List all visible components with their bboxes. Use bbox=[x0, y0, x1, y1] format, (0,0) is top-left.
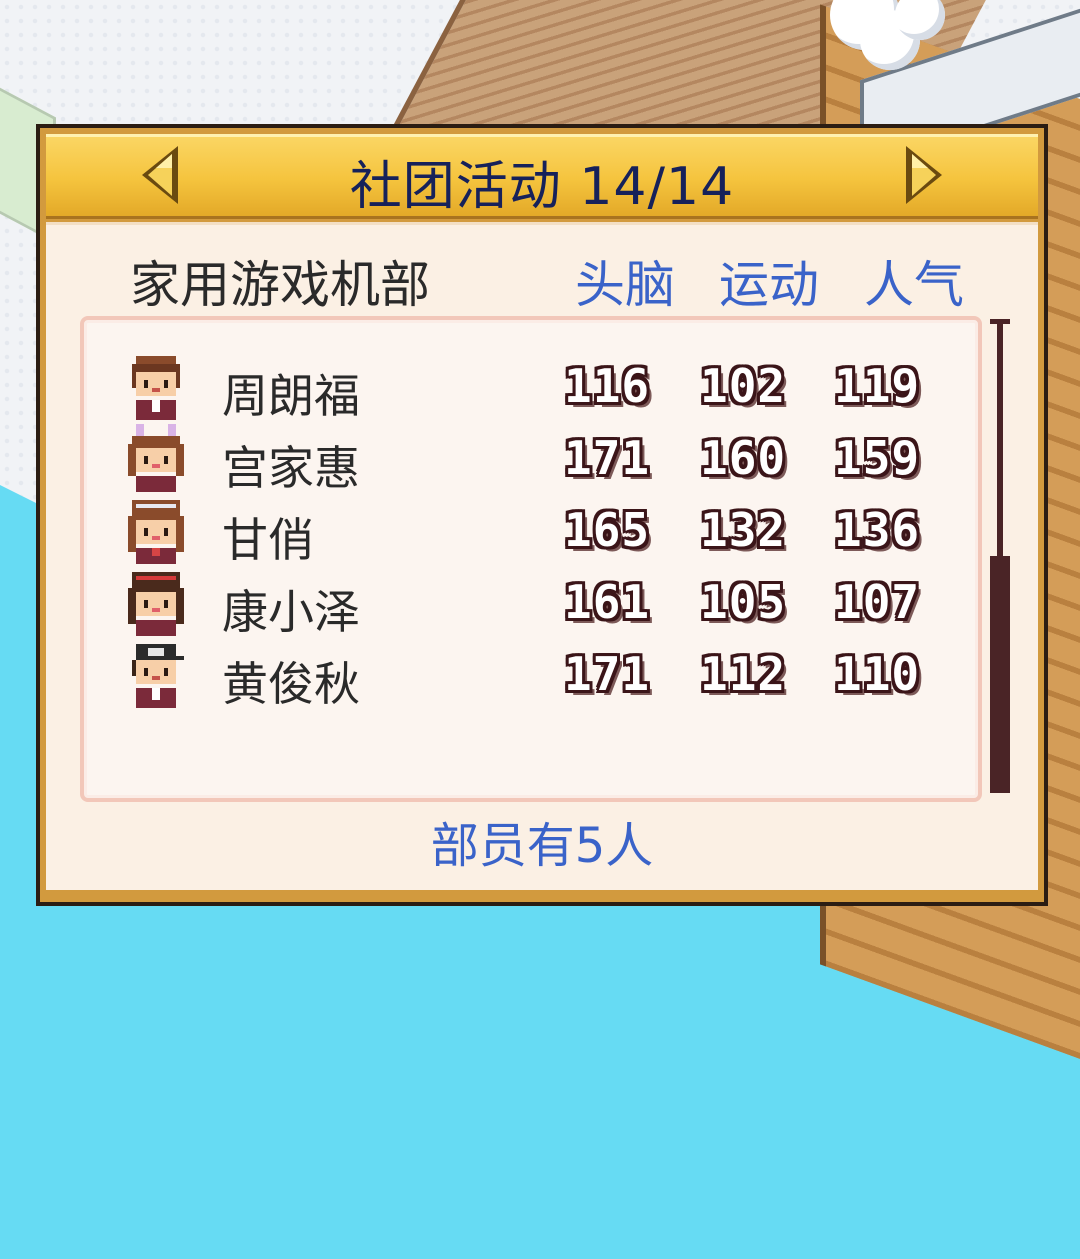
stat-brains: 165 bbox=[564, 503, 651, 557]
club-name: 家用游戏机部 bbox=[130, 256, 430, 314]
right-arrow-icon bbox=[906, 146, 942, 204]
girl-bunny-ears-avatar bbox=[124, 424, 188, 492]
member-row[interactable]: 黄俊秋 171 112 110 bbox=[84, 642, 984, 712]
title-bar: 社团活动 14/14 bbox=[46, 134, 1038, 219]
column-header-brains: 头脑 bbox=[575, 256, 675, 314]
member-row[interactable]: 周朗福 116 102 119 bbox=[84, 354, 984, 424]
column-header-popularity: 人气 bbox=[864, 256, 964, 314]
stat-sports: 102 bbox=[700, 359, 787, 413]
stat-brains: 116 bbox=[564, 359, 651, 413]
scrollbar-cap bbox=[990, 319, 1010, 324]
next-club-button[interactable] bbox=[902, 144, 946, 206]
member-name: 周朗福 bbox=[222, 369, 360, 423]
stat-brains: 171 bbox=[564, 431, 651, 485]
column-header-sports: 运动 bbox=[719, 256, 819, 314]
member-list[interactable]: 周朗福 116 102 119 宫家惠 171 160 159 甘俏 165 1… bbox=[80, 316, 982, 802]
club-activity-dialog: 社团活动 14/14 家用游戏机部 头脑 运动 人气 周朗福 116 102 1… bbox=[36, 124, 1048, 906]
dialog-title: 社团活动 14/14 bbox=[349, 157, 735, 217]
girl-red-band-avatar bbox=[124, 568, 188, 636]
scrollbar[interactable] bbox=[990, 319, 1010, 793]
stat-sports: 160 bbox=[700, 431, 787, 485]
stat-popularity: 110 bbox=[834, 647, 921, 701]
member-name: 黄俊秋 bbox=[222, 657, 360, 711]
girl-headband-avatar bbox=[124, 496, 188, 564]
boy-brown-hair-avatar bbox=[124, 352, 188, 420]
member-row[interactable]: 甘俏 165 132 136 bbox=[84, 498, 984, 568]
dialog-frame: 社团活动 14/14 家用游戏机部 头脑 运动 人气 周朗福 116 102 1… bbox=[40, 128, 1044, 902]
stat-popularity: 159 bbox=[834, 431, 921, 485]
stat-brains: 161 bbox=[564, 575, 651, 629]
stat-brains: 171 bbox=[564, 647, 651, 701]
stat-popularity: 119 bbox=[834, 359, 921, 413]
member-row[interactable]: 康小泽 161 105 107 bbox=[84, 570, 984, 640]
stat-sports: 132 bbox=[700, 503, 787, 557]
member-name: 甘俏 bbox=[222, 513, 314, 567]
boy-cap-avatar bbox=[124, 640, 188, 708]
stat-sports: 105 bbox=[700, 575, 787, 629]
member-row[interactable]: 宫家惠 171 160 159 bbox=[84, 424, 984, 496]
scrollbar-thumb[interactable] bbox=[990, 556, 1010, 793]
member-name: 宫家惠 bbox=[222, 441, 360, 495]
stat-popularity: 136 bbox=[834, 503, 921, 557]
member-name: 康小泽 bbox=[222, 585, 360, 639]
stat-sports: 112 bbox=[700, 647, 787, 701]
dialog-content: 家用游戏机部 头脑 运动 人气 周朗福 116 102 119 宫家惠 171 … bbox=[46, 222, 1038, 890]
member-count: 部员有5人 bbox=[430, 818, 654, 874]
stat-popularity: 107 bbox=[834, 575, 921, 629]
